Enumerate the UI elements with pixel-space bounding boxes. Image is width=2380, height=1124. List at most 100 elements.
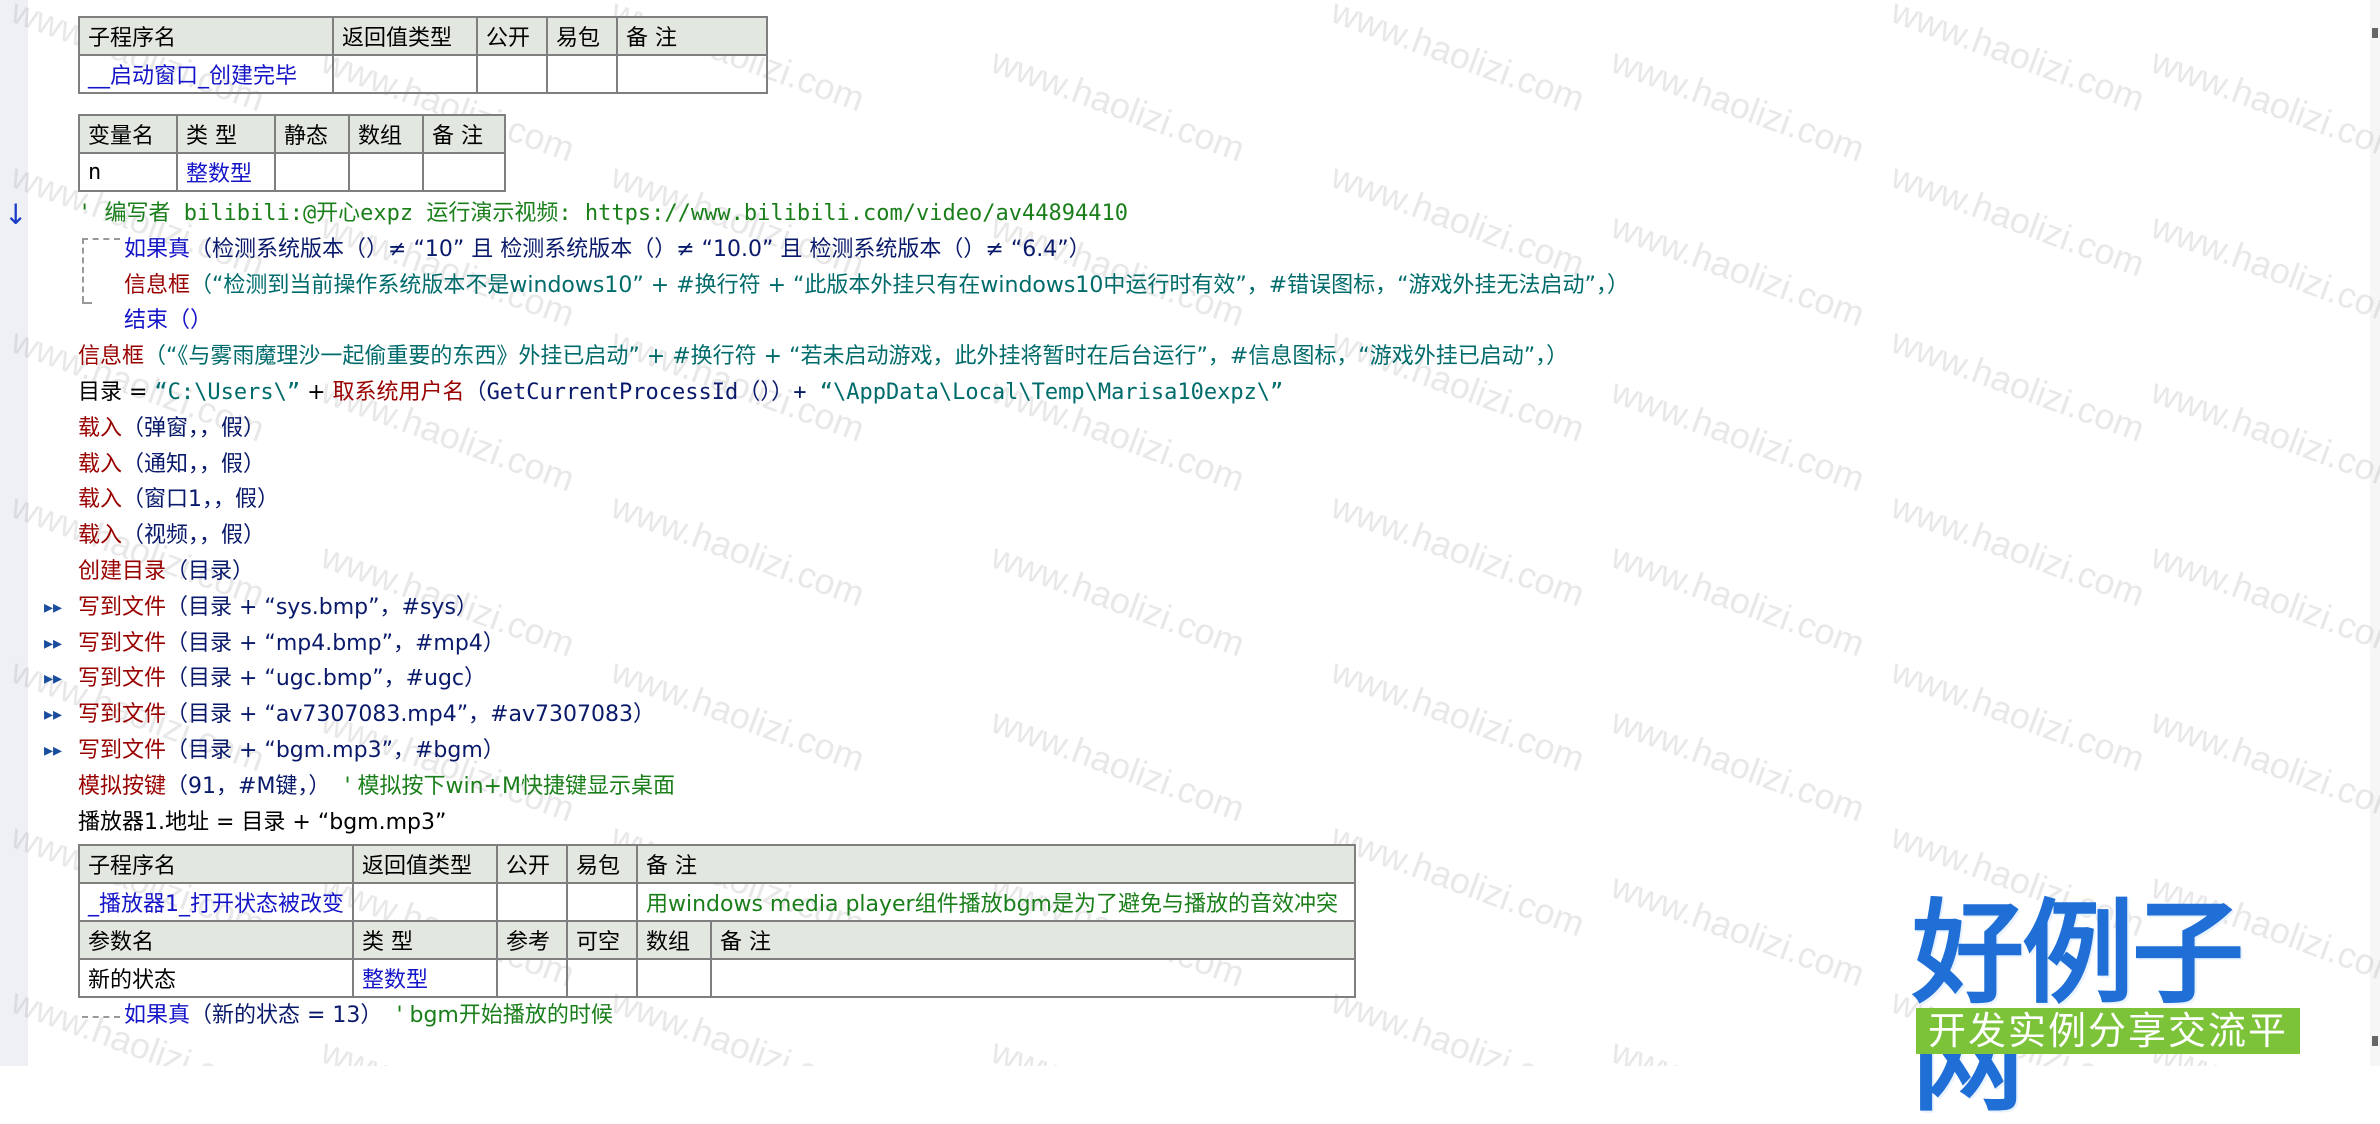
col-var-note: 备 注 [422,114,506,154]
code-line-load[interactable]: 载入（视频，，假） [78,518,2328,554]
subroutine-note[interactable]: 用windows media player组件播放bgm是为了避免与播放的音效冲… [636,882,1356,923]
watermark-text: www.haolizi.com [316,1030,580,1066]
code-line-player-url[interactable]: 播放器1.地址 = 目录 + “bgm.mp3” [78,805,2328,841]
if-comment: ' bgm开始播放的时候 [396,1003,613,1029]
code-line-keypress[interactable]: 模拟按键（91，#M键，） ' 模拟按下win+M快捷键显示桌面 [78,769,2328,805]
cmd-load: 载入 [78,523,123,549]
col-var-type: 类 型 [176,114,276,154]
scroll-up-arrow-icon[interactable] [2372,28,2378,38]
cmd-msgbox: 信息框 [124,272,191,298]
msgbox-args: （“检测到当前操作系统版本不是windows10” + #换行符 + “此版本外… [190,272,1629,298]
code-line-if[interactable]: 如果真（检测系统版本（）≠ “10” 且 检测系统版本（）≠ “10.0” 且 … [78,232,2328,268]
code-line-end[interactable]: 结束（） [78,303,2328,339]
public-cell[interactable] [476,54,548,94]
code-line-mkdir[interactable]: 创建目录（目录） [78,554,2328,590]
col-return-type: 返回值类型 [352,844,498,885]
col-param-nullable: 可空 [566,920,638,961]
write-args: （目录 + “sys.bmp”，#sys） [166,594,478,620]
var-name-cell[interactable]: n [78,152,178,192]
code-line-comment[interactable]: ' 编写者 bilibili:@开心expz 运行演示视频: https://w… [78,196,2328,232]
var-static-cell[interactable] [274,152,350,192]
load-args: （弹窗，，假） [122,415,266,441]
msgbox-args: （“《与雾雨魔理沙一起偷重要的东西》外挂已启动” + #换行符 + “若未启动游… [144,344,1569,370]
code-line-write-file[interactable]: ▸▸ 写到文件（目录 + “sys.bmp”，#sys） [44,590,2328,626]
expand-marker-icon[interactable]: ▸▸ [44,626,62,662]
easy-pkg-cell[interactable] [546,54,618,94]
code-line-write-file[interactable]: ▸▸ 写到文件（目录 + “mp4.bmp”，#mp4） [44,626,2328,662]
var-note-cell[interactable] [422,152,506,192]
write-args: （目录 + “av7307083.mp4”，#av7307083） [166,702,656,728]
cmd-write-file: 写到文件 [78,666,167,692]
if-condition: （检测系统版本（）≠ “10” 且 检测系统版本（）≠ “10.0” 且 检测系… [190,236,1091,262]
cmd-load: 载入 [78,451,123,477]
code-line-msgbox-info[interactable]: 信息框（“《与雾雨魔理沙一起偷重要的东西》外挂已启动” + #换行符 + “若未… [78,339,2328,375]
mkdir-args: （目录） [166,558,255,584]
param-nullable-cell[interactable] [566,958,638,999]
keyword-if: 如果真 [124,236,191,262]
col-easy-pkg: 易包 [546,16,618,56]
site-logo: 好例子网 开发实例分享交流平台 [1912,898,2304,1118]
param-name-cell[interactable]: 新的状态 [78,958,354,999]
param-array-cell[interactable] [636,958,712,999]
param-type-cell[interactable]: 整数型 [352,958,498,999]
code-line-write-file[interactable]: ▸▸ 写到文件（目录 + “bgm.mp3”，#bgm） [44,733,2328,769]
cmd-get-username: 取系统用户名 [332,379,465,405]
load-args: （通知，，假） [122,451,266,477]
cmd-msgbox: 信息框 [78,344,145,370]
expand-marker-icon[interactable]: ▸▸ [44,697,62,733]
return-type-cell[interactable] [332,54,478,94]
col-param-name: 参数名 [78,920,354,961]
cmd-load: 载入 [78,415,123,441]
col-param-array: 数组 [636,920,712,961]
code-line-dir-assign[interactable]: 目录 = “C:\Users\” + 取系统用户名（GetCurrentProc… [78,375,2328,411]
col-sub-name: 子程序名 [78,844,354,885]
string-literal: “\AppData\Local\Temp\Marisa10expz\” [819,379,1284,405]
subroutine-name[interactable]: __启动窗口_创建完毕 [78,54,334,94]
keypress-comment: ' 模拟按下win+M快捷键显示桌面 [344,773,675,799]
note-cell[interactable] [616,54,768,94]
col-param-note: 备 注 [710,920,1356,961]
col-static: 静态 [274,114,350,154]
subroutine-name[interactable]: _播放器1_打开状态被改变 [78,882,354,923]
code-line-load[interactable]: 载入（弹窗，，假） [78,411,2328,447]
write-args: （目录 + “ugc.bmp”，#ugc） [166,666,487,692]
expand-marker-icon[interactable]: ▸▸ [44,733,62,769]
param-note-cell[interactable] [710,958,1356,999]
operator: + [300,379,333,405]
code-editor[interactable]: 子程序名 返回值类型 公开 易包 备 注 __启动窗口_创建完毕 变量名 类 型… [44,16,2328,1034]
var-type-cell[interactable]: 整数型 [176,152,276,192]
param-ref-cell[interactable] [496,958,568,999]
code-body: ' 编写者 bilibili:@开心expz 运行演示视频: https://w… [44,196,2328,841]
code-line-load[interactable]: 载入（窗口1，，假） [78,482,2328,518]
code-line-load[interactable]: 载入（通知，，假） [78,447,2328,483]
assign-target: 目录 = [78,379,155,405]
col-return-type: 返回值类型 [332,16,478,56]
call-args: （GetCurrentProcessId（））+ [464,379,820,405]
subroutine-table: 子程序名 返回值类型 公开 易包 备 注 __启动窗口_创建完毕 [78,16,768,94]
code-line-write-file[interactable]: ▸▸ 写到文件（目录 + “ugc.bmp”，#ugc） [44,661,2328,697]
if-condition: （新的状态 = 13） [190,1003,383,1029]
write-args: （目录 + “bgm.mp3”，#bgm） [166,737,505,763]
code-line-write-file[interactable]: ▸▸ 写到文件（目录 + “av7307083.mp4”，#av7307083） [44,697,2328,733]
watermark-text: www.haolizi.com [1606,1030,1870,1066]
easy-pkg-cell[interactable] [566,882,638,923]
scroll-down-arrow-icon[interactable] [2372,1036,2378,1046]
logo-subtitle: 开发实例分享交流平台 [1916,1008,2300,1099]
string-literal: “C:\Users\” [154,379,301,405]
vertical-scrollbar[interactable] [2370,0,2380,1066]
write-args: （目录 + “mp4.bmp”，#mp4） [166,630,505,656]
cmd-mkdir: 创建目录 [78,558,167,584]
col-note: 备 注 [636,844,1356,885]
watermark-text: www.haolizi.com [986,1030,1250,1066]
cmd-write-file: 写到文件 [78,594,167,620]
expand-marker-icon[interactable]: ▸▸ [44,590,62,626]
col-note: 备 注 [616,16,768,56]
col-sub-name: 子程序名 [78,16,334,56]
col-easy-pkg: 易包 [566,844,638,885]
var-array-cell[interactable] [348,152,424,192]
col-public: 公开 [476,16,548,56]
code-line-msgbox-error[interactable]: 信息框（“检测到当前操作系统版本不是windows10” + #换行符 + “此… [78,268,2328,304]
public-cell[interactable] [496,882,568,923]
return-type-cell[interactable] [352,882,498,923]
expand-marker-icon[interactable]: ▸▸ [44,661,62,697]
